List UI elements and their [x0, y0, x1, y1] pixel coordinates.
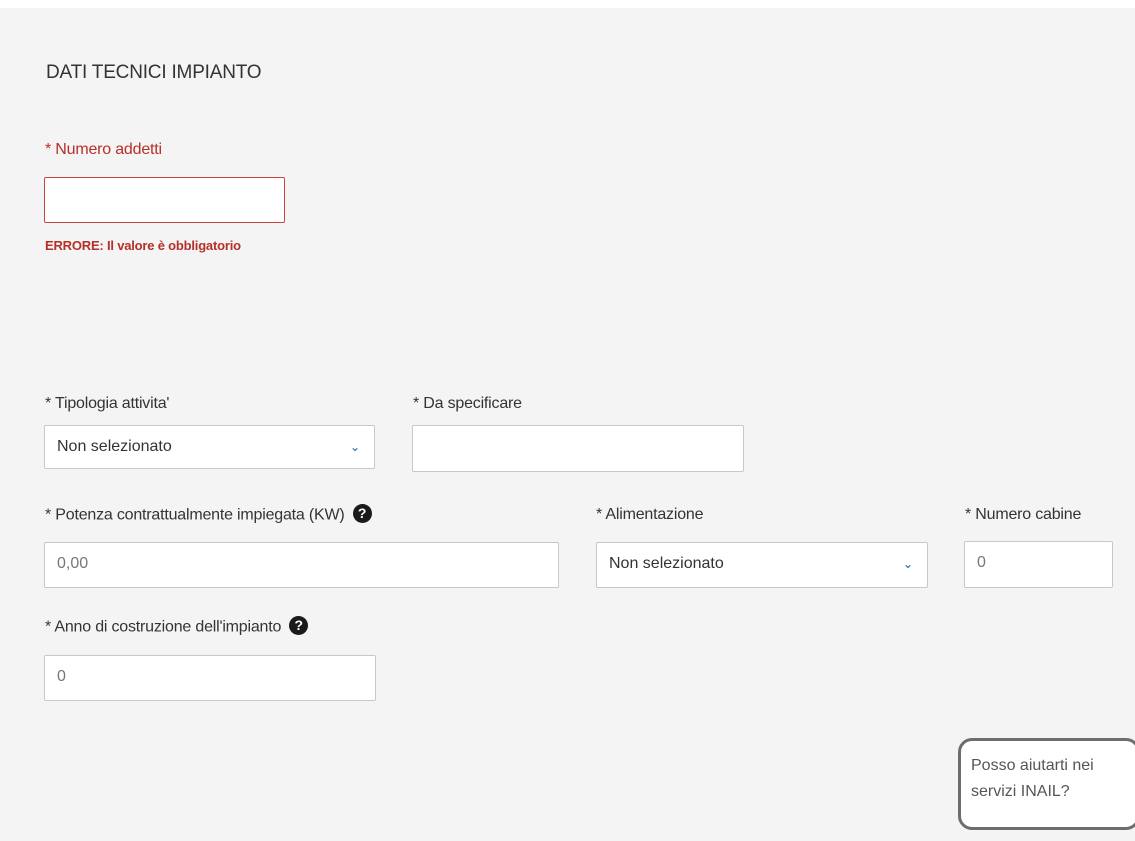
numero-addetti-label: * Numero addetti — [45, 141, 162, 158]
chevron-down-icon: ⌄ — [349, 440, 360, 454]
numero-addetti-input[interactable] — [44, 177, 285, 223]
alimentazione-value: Non selezionato — [609, 555, 724, 572]
anno-costruzione-label-text: * Anno di costruzione dell'impianto — [45, 618, 282, 636]
anno-costruzione-label: * Anno di costruzione dell'impianto? — [45, 616, 309, 637]
numero-cabine-input[interactable]: 0 — [964, 541, 1113, 588]
tipologia-attivita-label: * Tipologia attivita' — [45, 395, 170, 412]
section-title: DATI TECNICI IMPIANTO — [46, 62, 262, 83]
alimentazione-label: * Alimentazione — [596, 506, 704, 523]
potenza-input[interactable]: 0,00 — [44, 542, 559, 588]
da-specificare-input[interactable] — [412, 425, 744, 472]
alimentazione-select[interactable]: Non selezionato ⌄ — [596, 542, 928, 588]
potenza-label: * Potenza contrattualmente impiegata (KW… — [45, 504, 372, 525]
chevron-down-icon: ⌄ — [902, 557, 913, 571]
question-circle-icon[interactable]: ? — [352, 504, 372, 523]
anno-costruzione-value: 0 — [57, 668, 66, 685]
chat-line-1: Posso aiutarti nei — [971, 757, 1094, 774]
tipologia-attivita-select[interactable]: Non selezionato ⌄ — [44, 425, 375, 469]
numero-cabine-value: 0 — [977, 554, 986, 571]
numero-addetti-error: ERRORE: Il valore è obbligatorio — [45, 238, 241, 253]
potenza-label-text: * Potenza contrattualmente impiegata (KW… — [45, 506, 345, 524]
chat-line-2: servizi INAIL? — [971, 783, 1070, 800]
da-specificare-label: * Da specificare — [413, 395, 522, 412]
potenza-value: 0,00 — [57, 555, 89, 572]
numero-cabine-label: * Numero cabine — [965, 506, 1082, 523]
chat-assistant-bubble[interactable]: Posso aiutarti nei servizi INAIL? — [958, 738, 1135, 830]
tipologia-attivita-value: Non selezionato — [57, 438, 172, 455]
anno-costruzione-input[interactable]: 0 — [44, 655, 376, 701]
question-circle-icon[interactable]: ? — [289, 616, 309, 635]
